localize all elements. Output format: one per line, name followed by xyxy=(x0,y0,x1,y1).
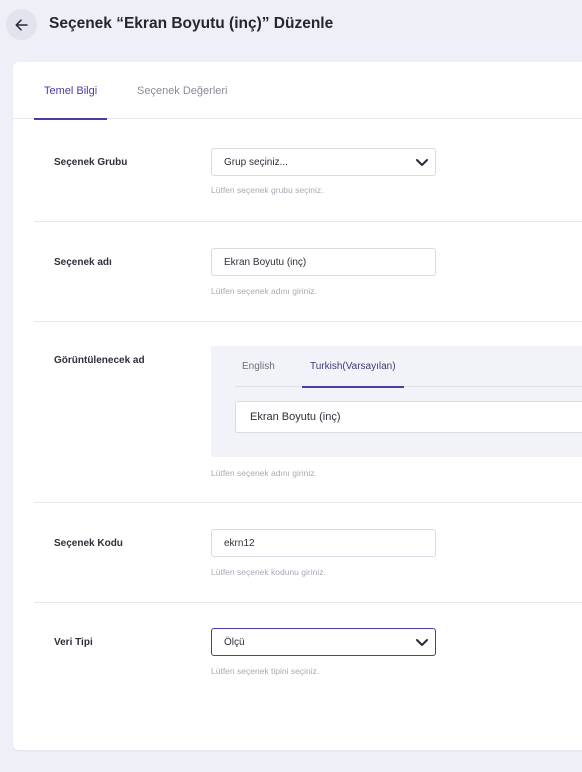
option-name-label: Seçenek adı xyxy=(54,257,112,268)
option-group-select[interactable]: Grup seçiniz... xyxy=(211,148,436,176)
data-type-select[interactable]: Ölçü xyxy=(211,628,436,656)
display-name-input[interactable]: Ekran Boyutu (inç) xyxy=(235,401,582,433)
option-group-hint: Lütfen seçenek grubu seçiniz. xyxy=(211,185,324,195)
back-button[interactable] xyxy=(6,9,37,40)
option-group-value: Grup seçiniz... xyxy=(224,156,288,168)
display-name-row: Görüntülenecek ad English Turkish(Varsay… xyxy=(34,322,582,503)
page-title: Seçenek “Ekran Boyutu (inç)” Düzenle xyxy=(49,15,334,32)
language-tab-turkish[interactable]: Turkish(Varsayılan) xyxy=(302,346,404,388)
option-name-hint: Lütfen seçenek adını giriniz. xyxy=(211,286,317,296)
data-type-row: Veri Tipi Ölçü Lütfen seçenek tipini seç… xyxy=(34,603,582,703)
data-type-label: Veri Tipi xyxy=(54,637,93,648)
tab-bar: Temel Bilgi Seçenek Değerleri xyxy=(13,62,582,120)
option-code-row: Seçenek Kodu ekrn12 Lütfen seçenek kodun… xyxy=(34,503,582,603)
form-card: Temel Bilgi Seçenek Değerleri Seçenek Gr… xyxy=(13,62,582,750)
page-header: Seçenek “Ekran Boyutu (inç)” Düzenle xyxy=(0,0,582,50)
data-type-hint: Lütfen seçenek tipini seçiniz. xyxy=(211,666,320,676)
option-group-row: Seçenek Grubu Grup seçiniz... Lütfen seç… xyxy=(34,119,582,222)
tab-secenek-degerleri[interactable]: Seçenek Değerleri xyxy=(137,62,228,119)
arrow-left-icon xyxy=(15,18,28,31)
option-code-hint: Lütfen seçenek kodunu giriniz. xyxy=(211,567,326,577)
chevron-down-icon xyxy=(415,638,429,647)
tab-temel-bilgi[interactable]: Temel Bilgi xyxy=(33,62,108,120)
display-name-hint: Lütfen seçenek adını giriniz. xyxy=(211,468,317,478)
option-name-input[interactable]: Ekran Boyutu (inç) xyxy=(211,248,436,276)
chevron-down-icon xyxy=(415,158,429,167)
language-tab-english[interactable]: English xyxy=(242,346,275,387)
data-type-value: Ölçü xyxy=(224,636,245,648)
display-name-label: Görüntülenecek ad xyxy=(54,355,145,366)
option-group-label: Seçenek Grubu xyxy=(54,157,128,168)
option-name-row: Seçenek adı Ekran Boyutu (inç) Lütfen se… xyxy=(34,222,582,322)
option-code-input[interactable]: ekrn12 xyxy=(211,529,436,557)
language-tab-bar: English Turkish(Varsayılan) xyxy=(235,346,582,388)
option-code-label: Seçenek Kodu xyxy=(54,538,123,549)
language-panel: English Turkish(Varsayılan) Ekran Boyutu… xyxy=(211,346,582,457)
